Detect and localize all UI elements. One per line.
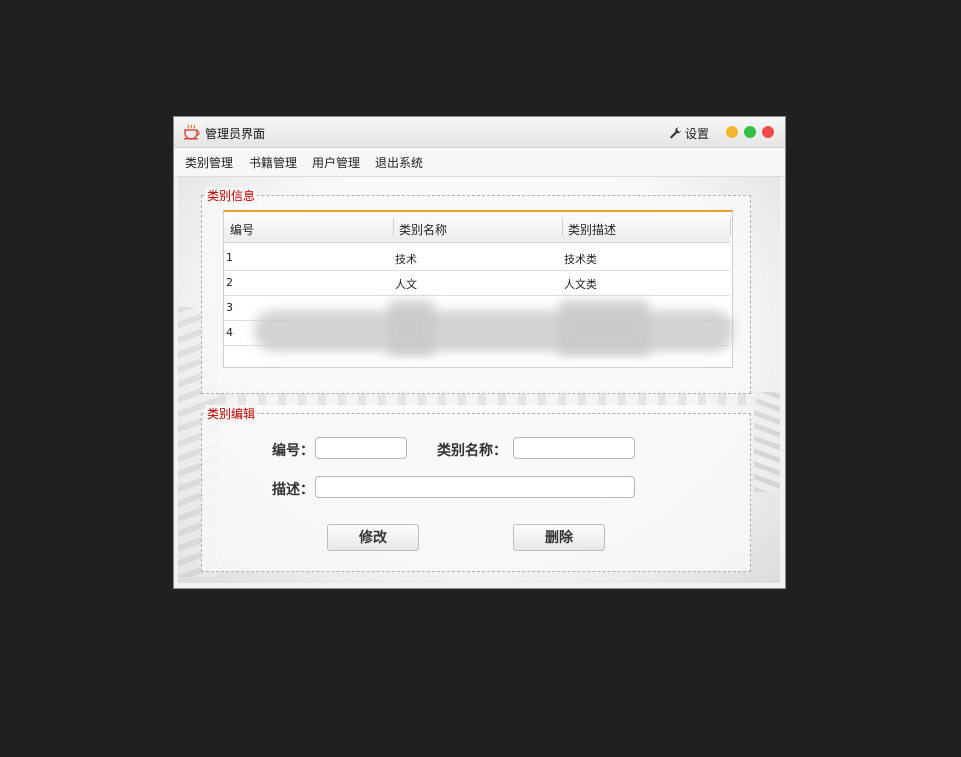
menu-category-management[interactable]: 类别管理 bbox=[185, 154, 233, 171]
table-header: 编号 类别名称 类别描述 bbox=[224, 212, 731, 243]
update-button[interactable]: 修改 bbox=[327, 524, 419, 551]
cell-name: 人文 bbox=[395, 278, 417, 291]
admin-window: 管理员界面 设置 类别管理 书籍管理 用户管理 退出系统 类别信息 编号 类别名… bbox=[174, 117, 785, 588]
id-label: 编号： bbox=[272, 443, 314, 459]
column-divider bbox=[562, 218, 563, 236]
category-info-panel: 类别信息 编号 类别名称 类别描述 1 技术 技术类 2 人文 人文类 3 4 bbox=[201, 187, 751, 394]
blurred-region bbox=[559, 300, 649, 356]
menu-book-management[interactable]: 书籍管理 bbox=[249, 154, 297, 171]
wrench-icon bbox=[670, 127, 682, 139]
cell-id: 4 bbox=[226, 326, 233, 339]
title-bar[interactable]: 管理员界面 设置 bbox=[174, 117, 785, 148]
minimize-button[interactable] bbox=[726, 126, 738, 138]
category-edit-legend: 类别编辑 bbox=[205, 405, 258, 422]
table-row[interactable]: 2 人文 人文类 bbox=[224, 270, 730, 296]
close-button[interactable] bbox=[762, 126, 774, 138]
maximize-button[interactable] bbox=[744, 126, 756, 138]
window-title: 管理员界面 bbox=[205, 127, 266, 141]
menu-exit-system[interactable]: 退出系统 bbox=[375, 154, 423, 171]
blurred-region bbox=[389, 300, 434, 356]
cell-id: 1 bbox=[226, 251, 233, 264]
desc-label: 描述： bbox=[272, 482, 314, 498]
settings-label: 设置 bbox=[685, 126, 710, 141]
table-row[interactable]: 1 技术 技术类 bbox=[224, 245, 730, 271]
column-divider bbox=[393, 218, 394, 236]
name-input[interactable] bbox=[513, 437, 635, 459]
column-header-id[interactable]: 编号 bbox=[230, 221, 254, 238]
cell-name: 技术 bbox=[395, 253, 417, 266]
blurred-region bbox=[254, 310, 734, 352]
menu-bar: 类别管理 书籍管理 用户管理 退出系统 bbox=[174, 148, 785, 177]
cell-desc: 人文类 bbox=[564, 278, 597, 291]
desc-input[interactable] bbox=[315, 476, 635, 498]
menu-user-management[interactable]: 用户管理 bbox=[312, 154, 360, 171]
cell-id: 2 bbox=[226, 276, 233, 289]
settings-button[interactable]: 设置 bbox=[670, 124, 709, 142]
column-header-desc[interactable]: 类别描述 bbox=[568, 221, 616, 238]
column-divider bbox=[730, 218, 731, 236]
content-area: 类别信息 编号 类别名称 类别描述 1 技术 技术类 2 人文 人文类 3 4 … bbox=[178, 177, 780, 583]
id-input[interactable] bbox=[315, 437, 407, 459]
category-edit-panel: 类别编辑 编号： 类别名称： 描述： 修改 删除 bbox=[201, 405, 751, 572]
column-header-name[interactable]: 类别名称 bbox=[399, 221, 447, 238]
delete-button[interactable]: 删除 bbox=[513, 524, 605, 551]
category-info-legend: 类别信息 bbox=[205, 187, 258, 204]
cell-desc: 技术类 bbox=[564, 253, 597, 266]
coffee-cup-icon bbox=[184, 124, 200, 140]
cell-id: 3 bbox=[226, 301, 233, 314]
name-label: 类别名称： bbox=[437, 443, 507, 459]
background-ink-painting bbox=[754, 392, 780, 492]
category-table[interactable]: 编号 类别名称 类别描述 1 技术 技术类 2 人文 人文类 3 4 bbox=[223, 210, 734, 368]
